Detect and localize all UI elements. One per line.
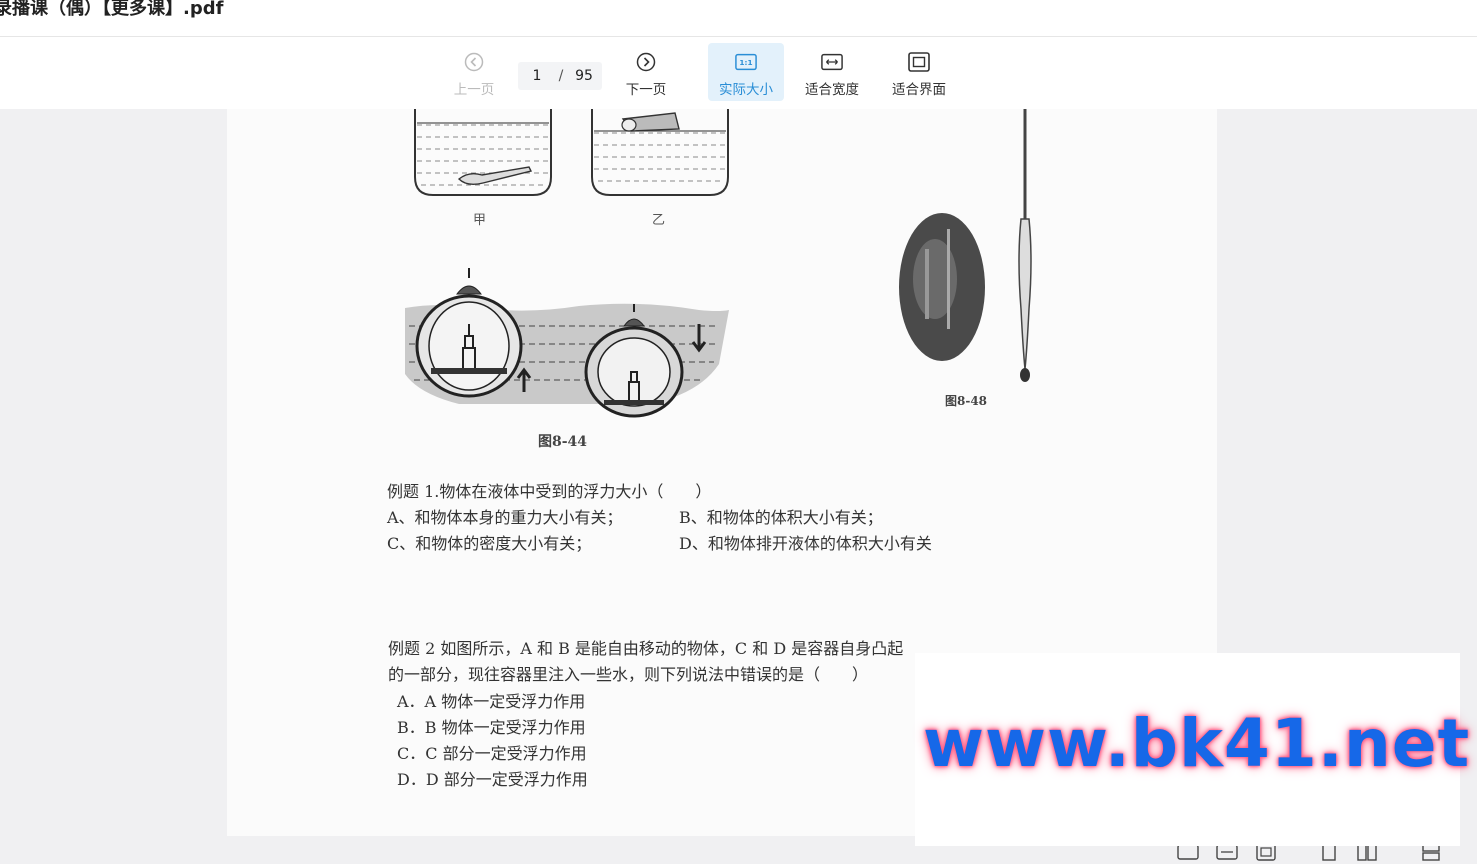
submarine-figure xyxy=(405,268,729,418)
actual-size-icon-text: 1:1 xyxy=(739,58,752,67)
next-page-button[interactable]: 下一页 xyxy=(608,43,684,101)
figure-label-jia: 甲 xyxy=(473,213,487,228)
document-title: 录播课（偶）【更多课】.pdf xyxy=(0,0,224,19)
figure-label-yi: 乙 xyxy=(652,213,666,228)
title-bar: 录播课（偶）【更多课】.pdf xyxy=(0,0,1477,37)
actual-size-label: 实际大小 xyxy=(719,82,773,98)
fit-width-label: 适合宽度 xyxy=(805,82,859,98)
fit-width-button[interactable]: 适合宽度 xyxy=(794,43,870,101)
figure-caption-8-48: 图8-48 xyxy=(945,394,988,408)
fit-width-icon xyxy=(821,51,843,73)
example2-option-c: C．C 部分一定受浮力作用 xyxy=(397,744,587,763)
arrow-left-circle-icon xyxy=(463,51,485,73)
example1-question: 例题 1.物体在液体中受到的浮力大小（ ） xyxy=(387,482,712,501)
fit-page-label: 适合界面 xyxy=(892,82,946,98)
example1-option-c: C、和物体的密度大小有关； xyxy=(387,534,592,553)
example2-option-a: A．A 物体一定受浮力作用 xyxy=(397,692,586,711)
arrow-right-circle-icon xyxy=(635,51,657,73)
prev-page-button[interactable]: 上一页 xyxy=(436,43,512,101)
example2-option-d: D．D 部分一定受浮力作用 xyxy=(397,770,588,789)
hydrometer-figure xyxy=(899,109,1032,382)
example2-line2: 的一部分，现往容器里注入一些水，则下列说法中错误的是（ ） xyxy=(388,665,869,684)
page-indicator: 1 / 95 xyxy=(518,62,602,90)
prev-page-label: 上一页 xyxy=(453,82,495,98)
example2-line1: 例题 2 如图所示，A 和 B 是能自由移动的物体，C 和 D 是容器自身凸起 xyxy=(388,639,904,658)
beakers-figure xyxy=(414,109,729,196)
pdf-toolbar: 上一页 1 / 95 下一页 1:1 实际大小 适合宽度 适合界面 xyxy=(0,37,1477,109)
total-pages: 95 xyxy=(575,68,593,84)
actual-size-icon: 1:1 xyxy=(735,51,757,73)
current-page-input[interactable]: 1 xyxy=(518,68,556,84)
fit-page-icon xyxy=(908,51,930,73)
fit-page-button[interactable]: 适合界面 xyxy=(881,43,957,101)
next-page-label: 下一页 xyxy=(625,82,667,98)
actual-size-button[interactable]: 1:1 实际大小 xyxy=(708,43,784,101)
example1-option-d: D、和物体排开液体的体积大小有关 xyxy=(679,534,932,553)
example1-option-a: A、和物体本身的重力大小有关； xyxy=(387,508,623,527)
example1-option-b: B、和物体的体积大小有关； xyxy=(679,508,883,527)
page-separator: / xyxy=(558,68,564,84)
watermark-text: www.bk41.net xyxy=(923,705,1471,782)
figure-caption-8-44: 图8-44 xyxy=(538,434,588,450)
example2-option-b: B．B 物体一定受浮力作用 xyxy=(397,718,586,737)
watermark-overlay: www.bk41.net xyxy=(915,653,1469,846)
